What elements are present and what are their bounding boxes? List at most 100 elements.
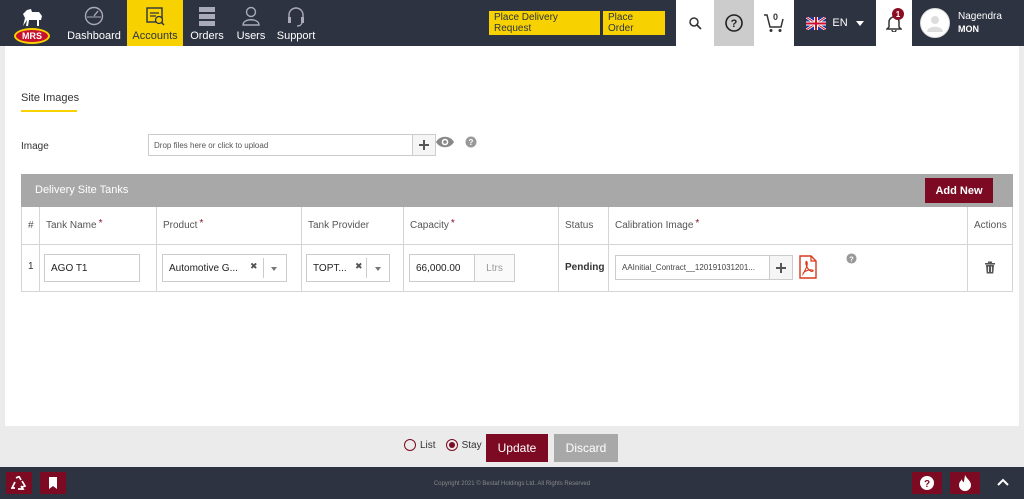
- nav-support[interactable]: Support: [274, 0, 318, 46]
- required-asterisk: *: [98, 218, 103, 229]
- column-header-capacity[interactable]: Capacity *: [404, 207, 559, 244]
- required-asterisk: *: [199, 218, 204, 229]
- calibration-image-cell: AAInitial_Contract__120191031201... ?: [609, 245, 968, 291]
- status-cell: Pending: [559, 245, 609, 291]
- eye-icon[interactable]: [435, 135, 455, 149]
- product-cell: Automotive G... ✖: [157, 245, 302, 291]
- place-order-button[interactable]: Place Order: [603, 11, 665, 35]
- product-select-value: Automotive G...: [169, 262, 238, 274]
- plus-icon: [776, 262, 786, 273]
- capacity-cell: 66,000.00 Ltrs: [404, 245, 559, 291]
- language-label: EN: [832, 17, 848, 29]
- search-icon: [689, 17, 702, 30]
- status-value: Pending: [565, 262, 605, 273]
- nav-label-orders: Orders: [190, 30, 224, 42]
- flame-button[interactable]: [950, 472, 980, 494]
- column-header-status[interactable]: Status: [559, 207, 609, 244]
- help-button[interactable]: ?: [714, 0, 754, 46]
- tank-name-header-label: Tank Name: [46, 220, 97, 231]
- calibration-file-input[interactable]: AAInitial_Contract__120191031201...: [615, 255, 770, 280]
- chevron-down-icon[interactable]: [375, 267, 381, 271]
- flame-icon: [959, 475, 971, 491]
- nav-label-support: Support: [276, 30, 316, 42]
- radio-list[interactable]: [404, 439, 416, 451]
- save-mode-options: List Stay: [404, 439, 482, 451]
- site-images-heading: Site Images: [21, 92, 80, 104]
- calibration-image-header-label: Calibration Image: [615, 220, 694, 231]
- cart-count: 0: [773, 12, 779, 22]
- calibration-add-button[interactable]: [769, 255, 793, 280]
- accounts-icon: [146, 7, 165, 26]
- tank-provider-select-value: TOPT...: [313, 262, 347, 274]
- nav-accounts[interactable]: Accounts: [127, 0, 183, 46]
- update-button[interactable]: Update: [486, 434, 548, 462]
- trash-icon[interactable]: [984, 261, 996, 274]
- mrs-logo[interactable]: MRS: [7, 2, 57, 44]
- nav-users[interactable]: Users: [233, 0, 269, 46]
- image-label: Image: [21, 141, 49, 152]
- headset-icon: [288, 7, 304, 27]
- svg-text:?: ?: [731, 18, 738, 30]
- search-button[interactable]: [676, 0, 714, 46]
- notifications-button[interactable]: 1: [876, 0, 912, 46]
- radio-stay[interactable]: [445, 439, 458, 451]
- logo-text: MRS: [14, 28, 50, 44]
- select-divider: [263, 258, 264, 278]
- select-divider: [366, 258, 367, 278]
- nav-orders[interactable]: Orders: [186, 0, 228, 46]
- image-add-button[interactable]: [412, 134, 436, 156]
- nav-dashboard[interactable]: Dashboard: [62, 0, 126, 46]
- place-delivery-request-button[interactable]: Place Delivery Request: [489, 11, 600, 35]
- main-content: Site Images Image Drop files here or cli…: [5, 46, 1019, 426]
- top-navbar: MRS Dashboard Accounts Orders Users Supp…: [0, 0, 1024, 46]
- image-dropzone[interactable]: Drop files here or click to upload: [148, 134, 413, 156]
- tank-provider-cell: TOPT... ✖: [302, 245, 404, 291]
- svg-text:?: ?: [849, 254, 854, 263]
- user-icon: [242, 6, 260, 26]
- tank-name-cell: AGO T1: [40, 245, 157, 291]
- avatar: [920, 8, 950, 38]
- column-header-tank-provider[interactable]: Tank Provider: [302, 207, 404, 244]
- svg-text:?: ?: [924, 479, 930, 490]
- scroll-top-button[interactable]: [988, 472, 1018, 494]
- chevron-down-icon[interactable]: [271, 267, 277, 271]
- help-footer-button[interactable]: ?: [912, 472, 942, 494]
- user-subtitle: MON: [958, 24, 979, 34]
- user-menu[interactable]: Nagendra MON: [912, 0, 1024, 46]
- svg-text:?: ?: [469, 138, 474, 147]
- pdf-file-icon[interactable]: [798, 255, 818, 279]
- notification-badge: 1: [892, 8, 904, 20]
- clear-tank-provider-icon[interactable]: ✖: [355, 261, 363, 272]
- capacity-unit: Ltrs: [475, 254, 515, 282]
- product-select[interactable]: Automotive G...: [162, 254, 287, 282]
- nav-label-dashboard: Dashboard: [67, 30, 121, 42]
- help-circle-icon[interactable]: ?: [465, 136, 477, 148]
- help-circle-icon[interactable]: ?: [846, 253, 857, 264]
- column-header-product[interactable]: Product *: [157, 207, 302, 244]
- column-header-tank-name[interactable]: Tank Name *: [40, 207, 157, 244]
- tank-name-input[interactable]: AGO T1: [44, 254, 140, 282]
- actions-cell: [968, 245, 1012, 291]
- language-selector[interactable]: EN: [794, 0, 876, 46]
- add-new-button[interactable]: Add New: [925, 178, 993, 203]
- radio-list-label: List: [420, 439, 436, 451]
- column-header-num: #: [22, 207, 40, 244]
- capacity-input[interactable]: 66,000.00: [409, 254, 475, 282]
- required-asterisk: *: [450, 218, 455, 229]
- column-header-calibration-image[interactable]: Calibration Image *: [609, 207, 968, 244]
- nav-label-accounts: Accounts: [132, 30, 178, 42]
- cart-button[interactable]: 0: [754, 0, 794, 46]
- orders-icon: [199, 7, 215, 26]
- capacity-header-label: Capacity: [410, 220, 449, 231]
- status-header-label: Status: [565, 220, 594, 231]
- chevron-up-icon: [997, 478, 1009, 486]
- tank-provider-header-label: Tank Provider: [308, 220, 370, 231]
- dashboard-icon: [84, 6, 104, 26]
- discard-button[interactable]: Discard: [554, 434, 618, 462]
- delivery-site-tanks-header: Delivery Site Tanks Add New: [21, 174, 1013, 207]
- heading-underline: [21, 110, 77, 112]
- copyright-text: Copyright 2021 © Bestaf Holdings Ltd. Al…: [433, 481, 591, 487]
- row-number: 1: [28, 261, 34, 272]
- footer-bar: Copyright 2021 © Bestaf Holdings Ltd. Al…: [0, 467, 1024, 499]
- clear-product-icon[interactable]: ✖: [250, 261, 258, 272]
